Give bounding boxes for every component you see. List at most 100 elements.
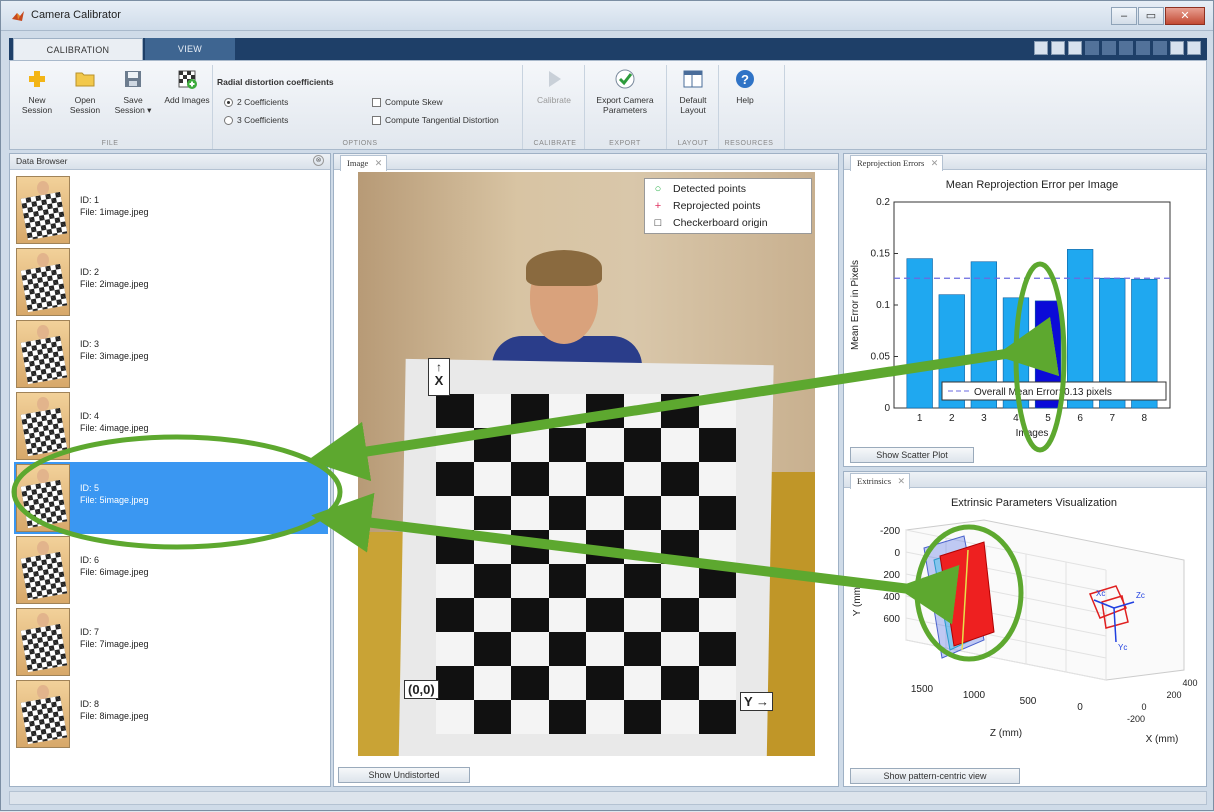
save-session-button[interactable]: Save Session ▾: [110, 67, 156, 115]
checkerboard-square: [548, 700, 586, 734]
radio-2-label: 2 Coefficients: [237, 97, 289, 107]
checkerboard-square: [586, 394, 624, 428]
ribbon-separator: [522, 65, 523, 149]
y-axis-title: Y (mm): [852, 584, 863, 617]
redo-quick-icon[interactable]: [1102, 41, 1116, 55]
export-camera-parameters-button[interactable]: Export Camera Parameters: [590, 67, 660, 115]
open-session-button[interactable]: Open Session: [62, 67, 108, 115]
list-item[interactable]: ID: 6 File: 6image.jpeg: [14, 534, 328, 606]
x-axis-label: ↑ X: [428, 358, 450, 396]
tab-image[interactable]: Image ✕: [340, 155, 388, 171]
paste-quick-icon[interactable]: [1068, 41, 1082, 55]
list-item[interactable]: ID: 4 File: 4image.jpeg: [14, 390, 328, 462]
copy-quick-icon[interactable]: [1051, 41, 1065, 55]
x-tick-label: 400: [1182, 678, 1197, 688]
radio-2-coefficients[interactable]: 2 Coefficients: [224, 97, 288, 107]
checkbox-box[interactable]: [372, 115, 381, 125]
list-item[interactable]: ID: 2 File: 2image.jpeg: [14, 246, 328, 318]
tab-view[interactable]: VIEW: [145, 38, 235, 60]
list-item-selected[interactable]: ID: 5 File: 5image.jpeg: [14, 462, 328, 534]
thumbnail-image: [16, 680, 70, 748]
checkerboard-square: [473, 496, 511, 530]
compute-skew-checkbox[interactable]: Compute Skew: [372, 97, 443, 107]
folder-icon: [75, 72, 95, 87]
checkerboard-square: [548, 564, 586, 598]
tab-calibration[interactable]: CALIBRATION: [13, 38, 143, 60]
calibrate-button[interactable]: Calibrate: [528, 67, 580, 105]
save-quick-icon[interactable]: [1034, 41, 1048, 55]
y-tick-label: 0.1: [876, 300, 890, 311]
checkerboard-square: [436, 666, 474, 700]
chart-title: Extrinsic Parameters Visualization: [951, 497, 1117, 509]
y-tick-label: 200: [883, 570, 900, 581]
close-tab-icon[interactable]: ✕: [375, 156, 383, 170]
close-button[interactable]: ✕: [1165, 7, 1205, 25]
thumbnail-image: [16, 392, 70, 460]
list-item[interactable]: ID: 1 File: 1image.jpeg: [14, 174, 328, 246]
checkerboard-square: [511, 666, 549, 700]
tab-extrinsics[interactable]: Extrinsics ✕: [850, 473, 910, 489]
radial-distortion-title: Radial distortion coefficients: [217, 77, 334, 87]
close-tab-icon[interactable]: ✕: [931, 156, 939, 170]
radio-3-coefficients[interactable]: 3 Coefficients: [224, 115, 288, 125]
z-tick-label: 500: [1020, 696, 1037, 707]
undo-quick-icon[interactable]: [1085, 41, 1099, 55]
checkerboard-square: [586, 530, 624, 564]
show-scatter-plot-button[interactable]: Show Scatter Plot: [850, 447, 974, 463]
add-images-button[interactable]: Add Images: [164, 67, 210, 105]
show-pattern-centric-view-button[interactable]: Show pattern-centric view: [850, 768, 1020, 784]
thumbnail-image: [16, 176, 70, 244]
list-item[interactable]: ID: 7 File: 7image.jpeg: [14, 606, 328, 678]
z-axis-title: Z (mm): [990, 728, 1022, 739]
help-button[interactable]: ? Help: [722, 67, 768, 105]
switch-quick-icon[interactable]: [1136, 41, 1150, 55]
radio-circle[interactable]: [224, 115, 233, 125]
export-check-icon: [615, 69, 635, 89]
plot-area: [893, 201, 1171, 409]
checkerboard-square: [623, 632, 661, 666]
status-bar: [9, 791, 1207, 805]
checkerboard-square: [436, 530, 474, 564]
export-group-label: EXPORT: [609, 140, 641, 147]
radio-circle[interactable]: [224, 97, 233, 107]
list-item[interactable]: ID: 8 File: 8image.jpeg: [14, 678, 328, 750]
checkerboard-square: [586, 666, 624, 700]
calibrate-group-label: CALIBRATE: [533, 140, 577, 147]
legend-origin: □ Checkerboard origin: [654, 217, 768, 229]
checkerboard-square: [586, 462, 624, 496]
y-axis-title: Mean Error in Pixels: [850, 260, 861, 350]
close-tab-icon[interactable]: ✕: [897, 474, 905, 488]
legend-origin-label: Checkerboard origin: [673, 217, 768, 229]
list-item[interactable]: ID: 3 File: 3image.jpeg: [14, 318, 328, 390]
checkerboard-square: [623, 496, 661, 530]
ribbon-separator: [584, 65, 585, 149]
window-quick-icon[interactable]: [1153, 41, 1167, 55]
compute-tangential-checkbox[interactable]: Compute Tangential Distortion: [372, 115, 499, 125]
minimize-button[interactable]: –: [1111, 7, 1137, 25]
layout-quick-icon[interactable]: [1170, 41, 1184, 55]
data-browser-header: Data Browser ⊗: [10, 154, 330, 170]
item-text: ID: 2 File: 2image.jpeg: [80, 266, 149, 290]
x-axis-title: X (mm): [1146, 734, 1179, 745]
y-axis-text: Y: [744, 694, 753, 709]
item-file: File: 4image.jpeg: [80, 423, 149, 433]
tab-reprojection-errors[interactable]: Reprojection Errors ✕: [850, 155, 944, 171]
new-session-icon: [29, 71, 45, 87]
show-undistorted-button[interactable]: Show Undistorted: [338, 767, 470, 783]
y-axis-label: Y →: [740, 692, 774, 711]
x-tick-label: 7: [1109, 413, 1115, 424]
help-quick-icon[interactable]: [1187, 41, 1201, 55]
cut-quick-icon[interactable]: [1119, 41, 1133, 55]
new-session-button[interactable]: New Session: [14, 67, 60, 115]
checkerboard-square: [661, 598, 699, 632]
camera-axis-label: Zc: [1136, 591, 1145, 600]
reprojection-errors-panel: Reprojection Errors ✕ Mean Reprojection E…: [843, 153, 1207, 467]
checkbox-box[interactable]: [372, 97, 381, 107]
collapse-icon[interactable]: ⊗: [313, 155, 324, 166]
item-id: ID: 5: [80, 483, 100, 493]
maximize-button[interactable]: ▭: [1138, 7, 1164, 25]
x-tick-label: 6: [1077, 413, 1083, 424]
layout-group-label: LAYOUT: [677, 140, 709, 147]
default-layout-button[interactable]: Default Layout: [670, 67, 716, 115]
item-text: ID: 1 File: 1image.jpeg: [80, 194, 149, 218]
